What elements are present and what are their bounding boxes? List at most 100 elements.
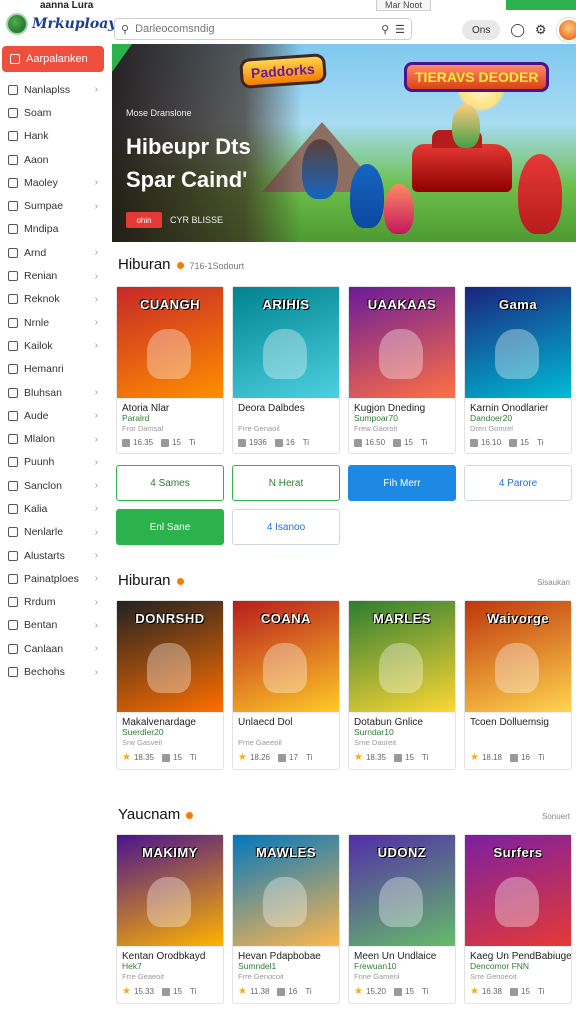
game-card[interactable]: MAWLES Hevan Pdapbobae Sumndel1 Frre Genoco… [232, 834, 340, 1004]
game-card-image[interactable]: ARIHIS [233, 287, 339, 399]
hero-headline: Hibeupr Dts Spar Caind' [126, 130, 251, 196]
sidebar-item[interactable]: Painatploes › [0, 567, 108, 590]
game-card-name[interactable]: Karnin Onodlarier [465, 399, 571, 413]
filter-button[interactable]: 4 Parore [464, 465, 572, 501]
stat-count: 15 [393, 438, 413, 447]
search-bar[interactable]: ⚲ ⚲ ☰ [114, 18, 412, 40]
notification-icon[interactable]: ◯ [510, 22, 525, 38]
sidebar-item[interactable]: Aaon [0, 148, 108, 171]
game-card[interactable]: ARIHIS Deora Dalbdes Frre Genaoil 1936 16 Ti [232, 286, 340, 454]
sidebar-item[interactable]: Nenlarle › [0, 521, 108, 544]
game-card-image[interactable]: UDONZ [349, 835, 455, 947]
filter-button[interactable]: Enl Sane [116, 509, 224, 545]
sidebar-item-active[interactable]: Aarpalanken [2, 46, 104, 72]
header-actions: Ons ◯ ⚙ [462, 18, 576, 42]
sidebar-item[interactable]: Maoley › [0, 171, 108, 194]
sidebar-item[interactable]: Rrdum › [0, 591, 108, 614]
stat-count-value: 16 [288, 987, 298, 996]
sidebar-item[interactable]: Renian › [0, 264, 108, 287]
sidebar-item[interactable]: Bluhsan › [0, 381, 108, 404]
sidebar-item[interactable]: Kailok › [0, 334, 108, 357]
game-card-name[interactable]: Unlaecd Dol [233, 713, 339, 727]
sidebar-item[interactable]: Mndipa [0, 218, 108, 241]
sidebar-item-icon [8, 340, 18, 351]
game-card[interactable]: Surfers Kaeg Un PendBabiuge Dencomor FNN Sr… [464, 834, 572, 1004]
game-card-image[interactable]: UAAKAAS [349, 287, 455, 399]
sidebar-item-icon [8, 271, 18, 282]
game-card[interactable]: Gama Karnin Onodlarier Dandoer20 Dren Gomre… [464, 286, 572, 454]
search-input[interactable] [135, 23, 376, 35]
game-card-meta: Frre Geaeoit [122, 972, 165, 981]
game-card-name[interactable]: Atoria Nlar [117, 399, 223, 413]
game-card[interactable]: UDONZ Meen Un Undlaice Frewuan10 Fnne Gamen… [348, 834, 456, 1004]
sidebar-item[interactable]: Puunh › [0, 451, 108, 474]
game-card[interactable]: Waivorge Tcoen Dolluemsig ★ 18.18 16 Ti [464, 600, 572, 770]
settings-icon[interactable]: ⚙ [535, 22, 547, 38]
game-card[interactable]: MAKIMY Kentan Orodbkayd Hek7 Frre Geaeoit ★ 1… [116, 834, 224, 1004]
status-pill[interactable]: Mar Noot [376, 0, 432, 11]
sidebar-item[interactable]: Kalia › [0, 497, 108, 520]
sidebar-item-icon [8, 201, 18, 212]
sidebar-item[interactable]: Aude › [0, 404, 108, 427]
game-card-name[interactable]: Hevan Pdapbobae [233, 947, 339, 961]
bar-icon [394, 753, 402, 762]
sidebar-item[interactable]: Sanclon › [0, 474, 108, 497]
sidebar-item[interactable]: Hank [0, 125, 108, 148]
hero-banner[interactable]: Paddorks TIERAVS DEODER Mose Dranslone H… [112, 44, 576, 242]
game-card-image[interactable]: MARLES [349, 601, 455, 713]
game-card[interactable]: UAAKAAS Kugjon Dneding Sumpoar70 Frew Gaoro… [348, 286, 456, 454]
game-card[interactable]: DONRSHD Makalvenardage Suerdler20 Srw Gasve… [116, 600, 224, 770]
game-card-image[interactable]: DONRSHD [117, 601, 223, 713]
game-card-image[interactable]: MAWLES [233, 835, 339, 947]
header-pill-button[interactable]: Ons [462, 20, 501, 40]
sidebar-item[interactable]: Bentan › [0, 614, 108, 637]
sidebar-item[interactable]: Alustarts › [0, 544, 108, 567]
filter-button[interactable]: 4 Isanoo [232, 509, 340, 545]
game-card[interactable]: MARLES Dotabun Gnlice Surndar10 Srne Daurei… [348, 600, 456, 770]
game-card[interactable]: COANA Unlaecd Dol Prne Gaeeoil ★ 18.26 17 Ti [232, 600, 340, 770]
game-card-image[interactable]: CUANGH [117, 287, 223, 399]
game-card-name[interactable]: Kentan Orodbkayd [117, 947, 223, 961]
section-see-all-link[interactable]: Sisaukan [537, 578, 570, 587]
game-card-name[interactable]: Meen Un Undlaice [349, 947, 455, 961]
filter-button[interactable]: Fih Merr [348, 465, 456, 501]
filter-button[interactable]: N Herat [232, 465, 340, 501]
hero-cta-button[interactable]: ohin [126, 212, 162, 228]
sidebar-item[interactable]: Reknok › [0, 288, 108, 311]
search-submit-icon[interactable]: ⚲ [381, 23, 389, 36]
game-card-name[interactable]: Tcoen Dolluemsig [465, 713, 571, 727]
game-card-meta [465, 738, 571, 749]
game-card-image[interactable]: MAKIMY [117, 835, 223, 947]
sidebar-item[interactable]: Soam [0, 101, 108, 124]
sidebar-item[interactable]: Canlaan › [0, 637, 108, 660]
sidebar-item[interactable]: Hemanri [0, 358, 108, 381]
avatar[interactable] [556, 18, 576, 42]
sidebar-item[interactable]: Mlalon › [0, 427, 108, 450]
sidebar-item[interactable]: Arnd › [0, 241, 108, 264]
game-card-image[interactable]: Surfers [465, 835, 571, 947]
app-logo[interactable]: Mrkuploay [6, 12, 116, 36]
game-card-image[interactable]: COANA [233, 601, 339, 713]
section-see-all-link[interactable]: Sonuert [542, 812, 570, 821]
game-card-name[interactable]: Deora Dalbdes [233, 399, 339, 413]
game-card-name[interactable]: Kaeg Un PendBabiuge [465, 947, 571, 961]
filter-button[interactable]: 4 Sames [116, 465, 224, 501]
game-card[interactable]: CUANGH Atoria Nlar Paralrd Fror Damsal 16.35… [116, 286, 224, 454]
game-card-name[interactable]: Kugjon Dneding [349, 399, 455, 413]
sidebar-active-icon [10, 54, 20, 64]
sidebar-item[interactable]: Bechohs › [0, 660, 108, 683]
sidebar-item[interactable]: Sumpae › [0, 194, 108, 217]
stat-count: 16 [277, 987, 297, 996]
hero-cta-text[interactable]: CYR BLISSE [170, 215, 223, 225]
game-card-name[interactable]: Dotabun Gnlice [349, 713, 455, 727]
game-card-image[interactable]: Waivorge [465, 601, 571, 713]
game-card-name[interactable]: Makalvenardage [117, 713, 223, 727]
game-card-meta: Frre Genaoil [238, 424, 280, 433]
game-card-price [465, 727, 571, 738]
sidebar-item[interactable]: Nrnle › [0, 311, 108, 334]
sidebar-item[interactable]: Nanlaplss › [0, 78, 108, 101]
filter-icon[interactable]: ☰ [395, 23, 405, 36]
stat-extra-value: Ti [189, 987, 197, 996]
game-card-image[interactable]: Gama [465, 287, 571, 399]
chevron-right-icon: › [94, 643, 98, 655]
